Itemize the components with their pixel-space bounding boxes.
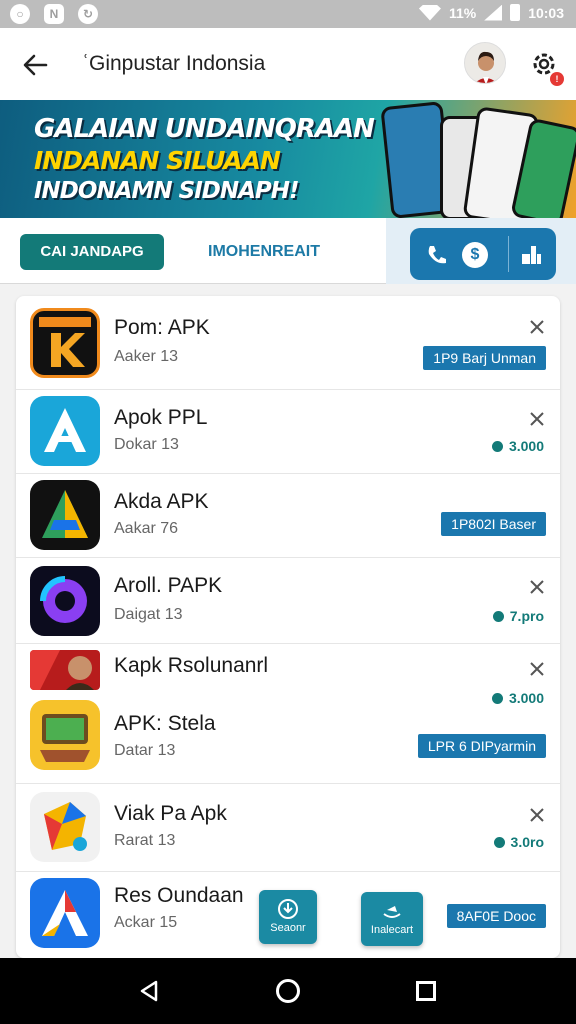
app-icon [30, 792, 100, 862]
app-tag[interactable]: LPR 6 DIPyarmin [417, 734, 546, 758]
app-icon [30, 396, 100, 466]
app-name: Kapk Rsolunanrl [114, 654, 269, 677]
app-subtitle: Daigat 13 [114, 606, 183, 623]
action-pill: $ [410, 228, 556, 280]
app-icon [30, 308, 100, 378]
banner-line-2: INDANAN SILUAAN [34, 146, 281, 175]
rating-icon [492, 611, 504, 622]
banner-line-1: GALAIAN UNDAINQRAAN [34, 114, 375, 144]
nav-home-icon[interactable] [276, 979, 300, 1003]
app-subtitle: Rarat 13 [114, 832, 176, 849]
app-icon [30, 650, 100, 690]
close-icon[interactable] [528, 578, 546, 596]
battery-icon [510, 4, 521, 21]
tab-secondary[interactable]: IMOHENREAIT [208, 243, 320, 261]
list-item[interactable]: Pom: APK Aaker 13 1P9 Barj Unman [16, 296, 560, 390]
list-item[interactable]: Apok PPL Dokar 13 3.000 [16, 390, 560, 474]
app-name: Res Oundaan [114, 884, 244, 907]
app-tag[interactable]: 1P802I Baser [441, 512, 546, 536]
app-name: Viak Pa Apk [114, 802, 227, 825]
phone-icon[interactable] [424, 242, 450, 268]
ring-notification-icon: ○ [10, 4, 30, 24]
sync-notification-icon: ↻ [78, 4, 98, 24]
cart-fab[interactable]: Inalecart [361, 892, 423, 946]
app-rating: 3.000 [491, 690, 544, 706]
app-name: APK: Stela [114, 712, 216, 735]
rating-icon [491, 693, 503, 704]
app-subtitle: Datar 13 [114, 742, 176, 759]
grid-icon[interactable] [518, 242, 544, 268]
download-icon [278, 899, 298, 919]
app-rating: 7.pro [492, 608, 544, 624]
app-name: Pom: APK [114, 316, 210, 339]
clock: 10:03 [528, 4, 564, 21]
wifi-icon [418, 4, 441, 21]
fab-label: Seaonr [270, 922, 306, 934]
tab-row: CAI JANDAPG IMOHENREAIT $ [0, 218, 576, 284]
status-bar: ○ N ↻ 11% 10:03 [0, 0, 576, 28]
nav-recents-icon[interactable] [416, 981, 436, 1001]
app-tag[interactable]: 8AF0E Dooc [446, 904, 546, 928]
app-icon [30, 566, 100, 636]
app-subtitle: Ackar 15 [114, 914, 178, 931]
close-icon[interactable] [528, 806, 546, 824]
app-icon [30, 480, 100, 550]
avatar[interactable] [464, 42, 506, 84]
app-subtitle: Aakar 76 [114, 520, 179, 537]
list-item[interactable]: Kapk Rsolunanrl 3.000 APK: Stela Datar 1… [16, 644, 560, 784]
rating-icon [493, 837, 505, 848]
pill-divider [508, 236, 509, 272]
page-title: ʿGinpustar Indonsia [82, 52, 266, 75]
download-fab[interactable]: Seaonr [259, 890, 317, 944]
list-item[interactable]: Res Oundaan Ackar 15 8AF0E Dooc Seaonr I… [16, 872, 560, 958]
app-icon [30, 700, 100, 770]
action-panel: $ [386, 218, 576, 284]
app-name: Aroll. PAPK [114, 574, 223, 597]
list-item[interactable]: Aroll. PAPK Daigat 13 7.pro [16, 558, 560, 644]
battery-percent: 11% [448, 4, 477, 21]
tab-primary-chip[interactable]: CAI JANDAPG [20, 234, 164, 270]
nav-back-icon[interactable] [138, 980, 160, 1002]
close-icon[interactable] [528, 410, 546, 428]
n-notification-icon: N [44, 4, 64, 24]
rating-icon [491, 441, 503, 452]
app-icon [30, 878, 100, 948]
app-subtitle: Aaker 13 [114, 348, 179, 365]
list-item[interactable]: Akda APK Aakar 76 1P802I Baser [16, 474, 560, 558]
app-name: Akda APK [114, 490, 209, 513]
app-name: Apok PPL [114, 406, 208, 429]
banner-line-3: INDONAMN SIDNAPH! [34, 178, 300, 204]
fab-label: Inalecart [370, 924, 414, 936]
boat-icon [383, 906, 401, 918]
back-arrow-icon[interactable] [18, 48, 52, 82]
app-tag[interactable]: 1P9 Barj Unman [423, 346, 546, 370]
close-icon[interactable] [528, 318, 546, 336]
notification-badge: ! [550, 72, 564, 86]
app-bar: ʿGinpustar Indonsia ! [0, 28, 576, 100]
app-list: Pom: APK Aaker 13 1P9 Barj Unman Apok PP… [16, 296, 560, 958]
app-rating: 3.000 [491, 438, 544, 454]
app-subtitle: Dokar 13 [114, 436, 179, 453]
app-rating: 3.0ro [493, 834, 544, 850]
navigation-bar [0, 958, 576, 1024]
signal-icon [484, 4, 503, 21]
close-icon[interactable] [528, 660, 546, 678]
dollar-icon[interactable]: $ [462, 242, 488, 268]
promo-banner[interactable]: GALAIAN UNDAINQRAAN INDANAN SILUAAN INDO… [0, 100, 576, 218]
list-item[interactable]: Viak Pa Apk Rarat 13 3.0ro [16, 784, 560, 872]
